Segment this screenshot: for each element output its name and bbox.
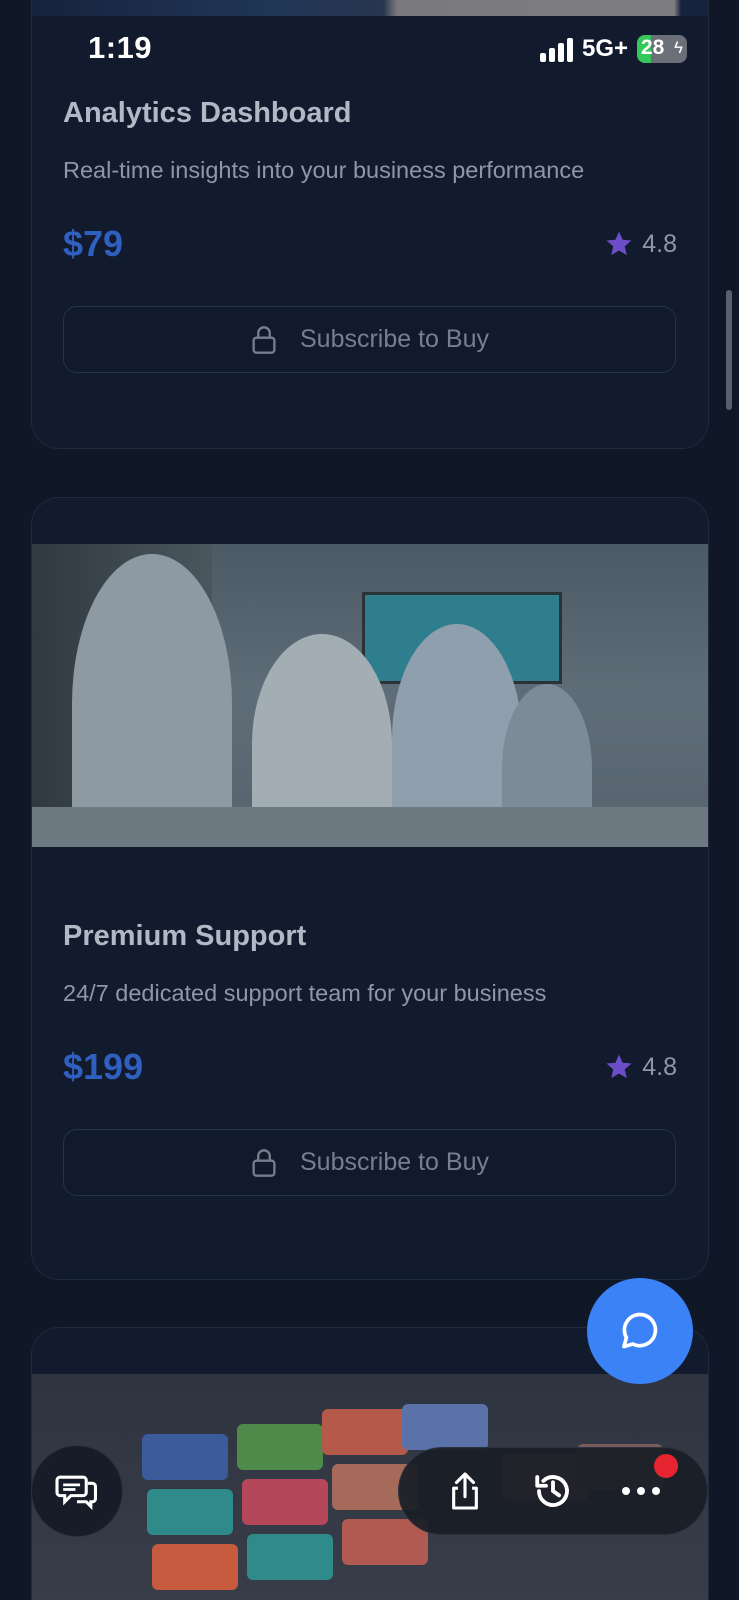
- scrollbar[interactable]: [726, 290, 732, 410]
- rating-value: 4.8: [642, 229, 677, 258]
- subscribe-to-buy-button[interactable]: Subscribe to Buy: [63, 306, 676, 373]
- product-image-support-team: [32, 544, 708, 847]
- product-card-premium-support: Premium Support 24/7 dedicated support t…: [31, 497, 709, 1280]
- notification-dot: [654, 1454, 678, 1478]
- subscribe-label: Subscribe to Buy: [300, 325, 489, 353]
- battery-level: 28: [641, 36, 665, 59]
- product-title: Analytics Dashboard: [63, 97, 352, 129]
- product-price: $199: [63, 1046, 144, 1087]
- chat-bubble-icon: [622, 1312, 658, 1349]
- history-button[interactable]: [530, 1468, 576, 1514]
- signal-icon: [540, 38, 576, 62]
- star-icon: [606, 231, 632, 256]
- rating-value: 4.8: [642, 1052, 677, 1081]
- subscribe-label: Subscribe to Buy: [300, 1148, 489, 1176]
- product-price: $79: [63, 223, 124, 264]
- browser-toolbar: [398, 1447, 708, 1535]
- product-title: Premium Support: [63, 920, 307, 952]
- star-icon: [606, 1054, 632, 1079]
- history-icon: [535, 1475, 569, 1507]
- status-bar: 1:19 5G+ 28 ϟ: [0, 0, 739, 100]
- more-dots-icon: [622, 1487, 660, 1495]
- subscribe-to-buy-button[interactable]: Subscribe to Buy: [63, 1129, 676, 1196]
- charging-bolt-icon: ϟ: [674, 38, 683, 57]
- status-time: 1:19: [88, 30, 153, 65]
- share-icon: [452, 1472, 478, 1510]
- product-description: 24/7 dedicated support team for your bus…: [63, 980, 547, 1006]
- comments-button[interactable]: [31, 1445, 123, 1537]
- lock-icon: [252, 325, 276, 354]
- comments-icon: [55, 1475, 97, 1511]
- share-button[interactable]: [442, 1468, 488, 1514]
- more-button[interactable]: [618, 1454, 678, 1514]
- network-label: 5G+: [582, 35, 629, 62]
- product-rating: 4.8: [604, 1052, 677, 1082]
- chat-button[interactable]: [587, 1278, 693, 1384]
- lock-icon: [252, 1148, 276, 1177]
- product-description: Real-time insights into your business pe…: [63, 157, 585, 183]
- battery-icon: 28 ϟ: [637, 35, 687, 63]
- product-rating: 4.8: [604, 229, 677, 259]
